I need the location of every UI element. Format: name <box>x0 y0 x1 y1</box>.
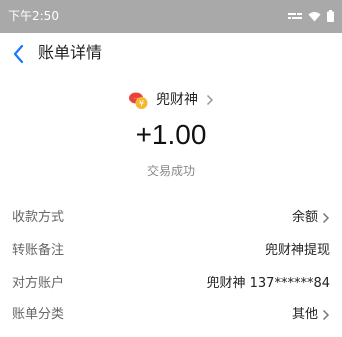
detail-value-text: 余额 <box>291 210 318 225</box>
signal-icon <box>288 11 302 21</box>
detail-value: 兜财神提现 <box>265 242 330 260</box>
detail-label: 收款方式 <box>12 210 65 225</box>
battery-icon <box>327 10 334 22</box>
merchant-name: 兜财神 <box>156 92 198 108</box>
detail-row-counterparty-account: 对方账户 兜财神 137******84 <box>0 273 342 295</box>
detail-label: 账单分类 <box>12 307 65 322</box>
detail-row-transfer-note: 转账备注 兜财神提现 <box>0 240 342 262</box>
wifi-icon <box>308 11 321 22</box>
detail-value[interactable]: 其他 <box>292 306 330 324</box>
page-title: 账单详情 <box>38 43 103 62</box>
svg-text:···: ··· <box>134 96 139 102</box>
chevron-right-icon <box>322 309 330 321</box>
detail-label: 对方账户 <box>12 276 65 291</box>
status-icons <box>288 10 334 22</box>
merchant-link[interactable]: ¥ ··· 兜财神 <box>0 88 342 112</box>
transaction-amount: +1.00 <box>135 119 207 150</box>
merchant-logo-icon: ¥ ··· <box>128 89 150 111</box>
back-button[interactable] <box>8 41 32 67</box>
chevron-right-icon <box>206 94 214 106</box>
detail-value-text: 兜财神提现 <box>264 243 330 258</box>
transaction-status: 交易成功 <box>146 164 195 178</box>
nav-bar: 账单详情 <box>0 33 342 75</box>
chevron-left-icon <box>13 44 24 64</box>
svg-text:¥: ¥ <box>139 99 144 108</box>
detail-value: 兜财神 137******84 <box>207 275 331 293</box>
detail-value[interactable]: 余额 <box>292 209 330 227</box>
status-bar: 下午2:50 <box>0 0 342 33</box>
chevron-right-icon <box>322 212 330 224</box>
detail-value-text: 兜财神 137******84 <box>206 276 331 291</box>
detail-label: 转账备注 <box>12 243 65 258</box>
detail-row-bill-category[interactable]: 账单分类 其他 <box>0 304 342 326</box>
status-time: 下午2:50 <box>8 9 59 23</box>
detail-value-text: 其他 <box>291 307 318 322</box>
detail-row-payment-method[interactable]: 收款方式 余额 <box>0 207 342 229</box>
